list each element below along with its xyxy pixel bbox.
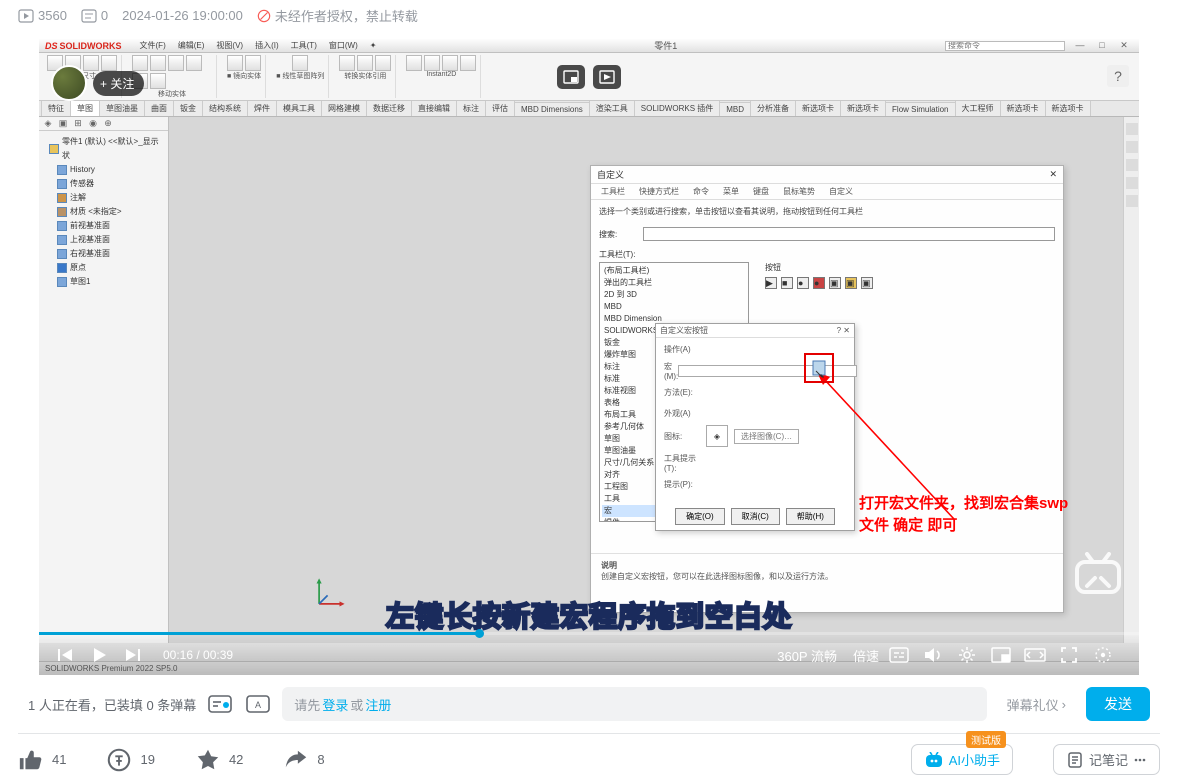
fullscreen-button[interactable] (1057, 643, 1081, 667)
bilibili-watermark (1073, 550, 1123, 601)
sw-window-buttons: —□✕ (1071, 40, 1133, 51)
sw-right-panel (1123, 117, 1139, 643)
subtitle-icon[interactable] (887, 643, 911, 667)
subtitle: 左键长按新建宏程序拖到空白处 (386, 595, 792, 635)
solidworks-window: DSSOLIDWORKS 文件(F)编辑(E)视图(V)插入(I)工具(T)窗口… (39, 39, 1139, 675)
danmu-settings-icon[interactable]: A (244, 692, 272, 716)
cast-icon[interactable] (593, 65, 621, 89)
ok-button: 确定(O) (675, 508, 725, 525)
highlight-box (804, 353, 834, 383)
customize-search (643, 227, 1055, 241)
help-button: 帮助(H) (786, 508, 835, 525)
help-icon[interactable]: ? (1107, 65, 1129, 87)
login-link[interactable]: 登录 (322, 695, 348, 714)
notes-button[interactable]: 记笔记 (1053, 744, 1160, 775)
annotation-text: 打开宏文件夹，找到宏合集swp文件 确定 即可 (859, 493, 1079, 537)
pip-button[interactable] (989, 643, 1013, 667)
danmu-etiquette[interactable]: 弹幕礼仪› (997, 695, 1076, 714)
ai-assistant-button[interactable]: 测试版 AI小助手 (911, 744, 1013, 775)
wide-button[interactable] (1023, 643, 1047, 667)
speed-button[interactable]: 倍速 (853, 646, 879, 665)
svg-text:A: A (255, 700, 261, 710)
next-button[interactable] (121, 643, 145, 667)
settings-icon[interactable] (955, 643, 979, 667)
quality-button[interactable]: 360P 流畅 (777, 646, 837, 665)
video-player[interactable]: DSSOLIDWORKS 文件(F)编辑(E)视图(V)插入(I)工具(T)窗口… (39, 39, 1139, 675)
register-link[interactable]: 注册 (365, 695, 391, 714)
pip-icon[interactable] (557, 65, 585, 89)
sw-tabs: 特征草图草图油墨曲面钣金结构系统焊件模具工具网格建模数据迁移直接编辑标注评估MB… (39, 101, 1139, 117)
volume-icon[interactable] (921, 643, 945, 667)
danmu-count: 0 (81, 8, 108, 23)
danmu-toggle-icon[interactable] (206, 692, 234, 716)
danmu-status: 1 人正在看，已装填 0 条弹幕 (28, 695, 196, 714)
sw-doc-title: 零件1 (386, 39, 945, 52)
prev-button[interactable] (53, 643, 77, 667)
like-button[interactable]: 41 (18, 747, 66, 773)
follow-button[interactable]: + 关注 (93, 71, 144, 96)
send-button[interactable]: 发送 (1086, 687, 1150, 721)
play-button[interactable] (87, 643, 111, 667)
cancel-button: 取消(C) (731, 508, 780, 525)
coin-button[interactable]: 19 (106, 747, 154, 773)
time-display: 00:16 / 00:39 (163, 648, 233, 662)
sw-logo: DSSOLIDWORKS (45, 41, 122, 51)
copyright-notice: 未经作者授权，禁止转载 (257, 6, 418, 25)
danmu-input[interactable]: 请先 登录 或 注册 (282, 687, 986, 721)
sw-search (945, 41, 1065, 51)
player-controls: 00:16 / 00:39 360P 流畅 倍速 (39, 635, 1139, 675)
sw-menu: 文件(F)编辑(E)视图(V)插入(I)工具(T)窗口(W)✦ (130, 39, 387, 53)
upload-time: 2024-01-26 19:00:00 (122, 8, 243, 23)
uploader-avatar[interactable] (51, 65, 87, 101)
share-button[interactable]: 8 (283, 747, 324, 773)
play-count: 3560 (18, 8, 67, 23)
more-icon[interactable] (1091, 643, 1115, 667)
favorite-button[interactable]: 42 (195, 747, 243, 773)
sw-feature-tree: ◈▣⊞◉⊕ 零件1 (默认) <<默认>_显示状 History 传感器 注解 … (39, 117, 169, 643)
